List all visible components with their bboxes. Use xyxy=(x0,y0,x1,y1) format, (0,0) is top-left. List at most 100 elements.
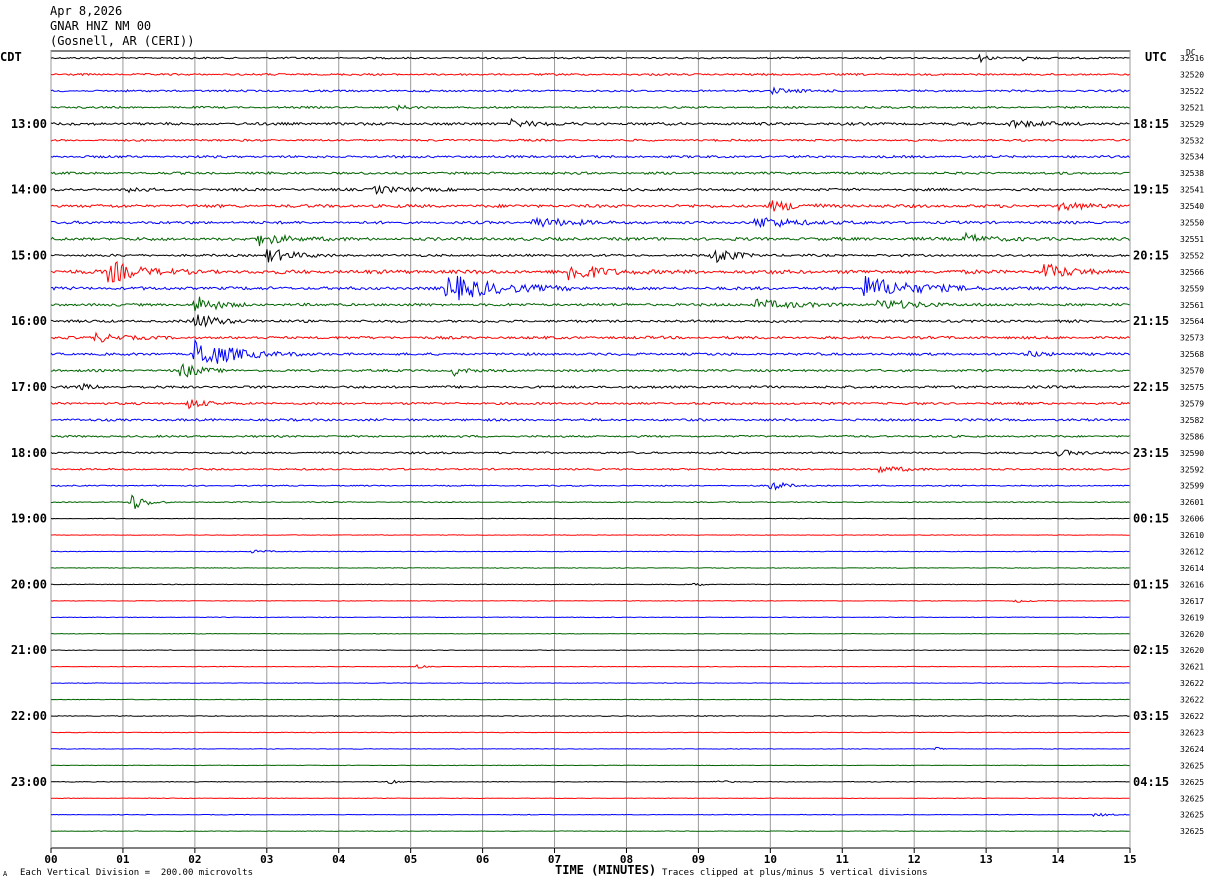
trace-black xyxy=(50,382,1130,391)
dc-offset-label: 32566 xyxy=(1180,268,1204,277)
dc-offset-label: 32575 xyxy=(1180,383,1204,392)
right-hour-label: 20:15 xyxy=(1133,248,1169,262)
location-label: (Gosnell, AR (CERI)) xyxy=(50,34,195,48)
seismogram-plot: 00 01 02 03 04 05 06 07 08 09 10 11 12 13 14 1513:0014:… xyxy=(11,50,1204,866)
trace-blue xyxy=(50,481,1130,491)
trace-blue xyxy=(50,216,1130,229)
trace-black xyxy=(50,715,1130,717)
right-hour-label: 22:15 xyxy=(1133,380,1169,394)
dc-offset-label: 32590 xyxy=(1180,449,1204,458)
dc-offset-label: 32621 xyxy=(1180,663,1204,672)
left-hour-label: 16:00 xyxy=(11,314,47,328)
dc-offset-label: 32606 xyxy=(1180,515,1204,524)
station-label: GNAR HNZ NM 00 xyxy=(50,19,152,33)
trace-red xyxy=(50,200,1130,212)
trace-blue xyxy=(50,417,1130,422)
trace-blue xyxy=(50,812,1130,818)
dc-offset-label: 32625 xyxy=(1180,761,1204,770)
trace-green xyxy=(50,567,1130,569)
right-hour-label: 02:15 xyxy=(1133,643,1169,657)
dc-offset-label: 32625 xyxy=(1180,778,1204,787)
trace-blue xyxy=(50,86,1130,96)
trace-black xyxy=(50,582,1130,587)
dc-offset-label: 32586 xyxy=(1180,432,1204,441)
right-hour-label: 03:15 xyxy=(1133,709,1169,723)
scale-note: Each Vertical Division = 200.00 microvol… xyxy=(20,868,253,878)
trace-red xyxy=(50,599,1130,603)
left-hour-label: 15:00 xyxy=(11,248,47,262)
dc-offset-label: 32540 xyxy=(1180,202,1204,211)
left-timezone-label: CDT xyxy=(0,50,22,64)
trace-green xyxy=(50,434,1130,438)
right-hour-label: 19:15 xyxy=(1133,183,1169,197)
dc-offset-label: 32551 xyxy=(1180,235,1204,244)
trace-red xyxy=(51,534,1130,536)
dc-offset-label: 32625 xyxy=(1180,794,1204,803)
left-hour-label: 17:00 xyxy=(11,380,47,394)
right-hour-label: 00:15 xyxy=(1133,512,1169,526)
plot-frame xyxy=(50,50,1131,849)
trace-green xyxy=(50,830,1130,832)
dc-offset-label: 32617 xyxy=(1180,597,1204,606)
trace-blue xyxy=(50,338,1130,364)
x-tick-label: 09 xyxy=(692,853,705,866)
dc-offset-label: 32620 xyxy=(1180,630,1204,639)
dc-offset-label: 32625 xyxy=(1180,811,1204,820)
trace-red xyxy=(51,731,1130,734)
dc-offset-label: 32601 xyxy=(1180,498,1204,507)
trace-black xyxy=(50,184,1130,195)
dc-label: DC xyxy=(1186,48,1196,57)
right-hour-label: 04:15 xyxy=(1133,775,1169,789)
dc-offset-label: 32616 xyxy=(1180,580,1204,589)
left-hour-label: 14:00 xyxy=(11,183,47,197)
x-tick-label: 03 xyxy=(260,853,273,866)
left-hour-label: 21:00 xyxy=(11,643,47,657)
trace-red xyxy=(50,797,1130,800)
x-tick-label: 14 xyxy=(1051,853,1065,866)
x-tick-label: 01 xyxy=(116,853,130,866)
trace-blue xyxy=(51,746,1130,751)
left-hour-label: 18:00 xyxy=(11,446,47,460)
x-tick-label: 06 xyxy=(476,853,490,866)
dc-offset-label: 32579 xyxy=(1180,399,1204,408)
dc-offset-label: 32564 xyxy=(1180,317,1204,326)
date-label: Apr 8,2026 xyxy=(50,4,123,18)
trace-green xyxy=(50,171,1130,176)
x-tick-label: 15 xyxy=(1123,853,1136,866)
dc-offset-label: 32619 xyxy=(1180,613,1204,622)
x-tick-label: 02 xyxy=(188,853,201,866)
right-hour-label: 23:15 xyxy=(1133,446,1169,460)
trace-red xyxy=(50,664,1130,669)
dc-offset-label: 32522 xyxy=(1180,87,1204,96)
dc-offset-label: 32559 xyxy=(1180,284,1204,293)
dc-offset-label: 32610 xyxy=(1180,531,1204,540)
clip-note: Traces clipped at plus/minus 5 vertical … xyxy=(662,868,928,878)
trace-blue xyxy=(50,154,1130,159)
trace-red xyxy=(50,399,1130,410)
dc-offset-label: 32599 xyxy=(1180,482,1204,491)
dc-offset-label: 32622 xyxy=(1180,696,1204,705)
trace-red xyxy=(50,138,1130,142)
dc-offset-label: 32622 xyxy=(1180,679,1204,688)
x-tick-label: 10 xyxy=(764,853,777,866)
trace-blue xyxy=(50,616,1130,619)
trace-green xyxy=(50,632,1130,635)
x-tick-label: 13 xyxy=(980,853,993,866)
left-hour-label: 23:00 xyxy=(11,775,47,789)
right-hour-label: 18:15 xyxy=(1133,117,1169,131)
trace-red xyxy=(50,465,1130,474)
trace-black xyxy=(50,53,1130,64)
x-tick-label: 05 xyxy=(404,853,417,866)
trace-green xyxy=(50,104,1130,112)
dc-offset-label: 32614 xyxy=(1180,564,1204,573)
dc-offset-label: 32561 xyxy=(1180,301,1204,310)
dc-offset-label: 32568 xyxy=(1180,350,1204,359)
left-hour-label: 19:00 xyxy=(11,512,47,526)
corner-mark: A xyxy=(3,870,8,878)
dc-offset-label: 32573 xyxy=(1180,334,1204,343)
right-hour-label: 01:15 xyxy=(1133,577,1169,591)
trace-red xyxy=(51,331,1130,343)
trace-black xyxy=(50,449,1130,457)
trace-blue xyxy=(50,275,1130,301)
trace-blue xyxy=(51,682,1130,684)
